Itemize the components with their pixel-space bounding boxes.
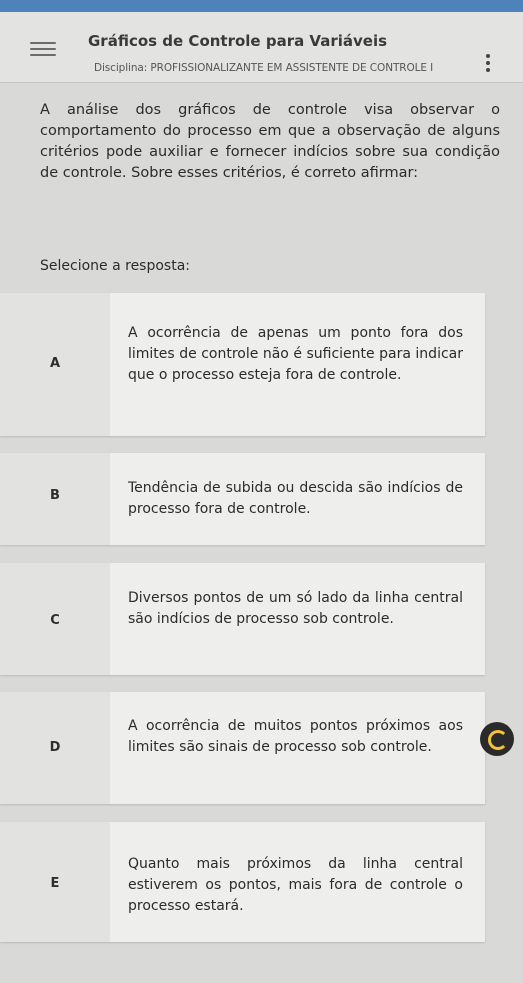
option-text: A ocorrência de muitos pontos próximos a… xyxy=(128,718,463,755)
option-text: Diversos pontos de um só lado da linha c… xyxy=(128,590,463,627)
top-accent-bar xyxy=(0,0,523,12)
option-text: A ocorrência de apenas um ponto fora dos… xyxy=(128,325,463,383)
option-letter: B xyxy=(50,488,60,503)
more-options-icon[interactable] xyxy=(486,54,492,75)
option-text: Quanto mais próximos da linha central es… xyxy=(128,856,463,914)
menu-icon[interactable] xyxy=(30,42,56,56)
option-letter: D xyxy=(49,740,61,755)
option-a[interactable]: A A ocorrência de apenas um ponto fora d… xyxy=(0,293,485,436)
answer-prompt: Selecione a resposta: xyxy=(40,258,191,274)
option-text: Tendência de subida ou descida são indíc… xyxy=(128,480,463,517)
option-letter: A xyxy=(49,356,61,371)
option-c[interactable]: C Diversos pontos de um só lado da linha… xyxy=(0,563,485,675)
page-header: Gráficos de Controle para Variáveis Disc… xyxy=(0,12,523,83)
option-b[interactable]: B Tendência de subida ou descida são ind… xyxy=(0,453,485,545)
page-title: Gráficos de Controle para Variáveis xyxy=(88,32,388,50)
option-letter: C xyxy=(50,613,60,628)
option-d[interactable]: D A ocorrência de muitos pontos próximos… xyxy=(0,692,485,804)
option-e[interactable]: E Quanto mais próximos da linha central … xyxy=(0,822,485,942)
question-text: A análise dos gráficos de controle visa … xyxy=(40,102,500,181)
course-subtitle: Disciplina: PROFISSIONALIZANTE EM ASSIST… xyxy=(94,62,434,74)
option-letter: E xyxy=(50,876,60,891)
floating-assistant-icon[interactable] xyxy=(480,722,514,756)
